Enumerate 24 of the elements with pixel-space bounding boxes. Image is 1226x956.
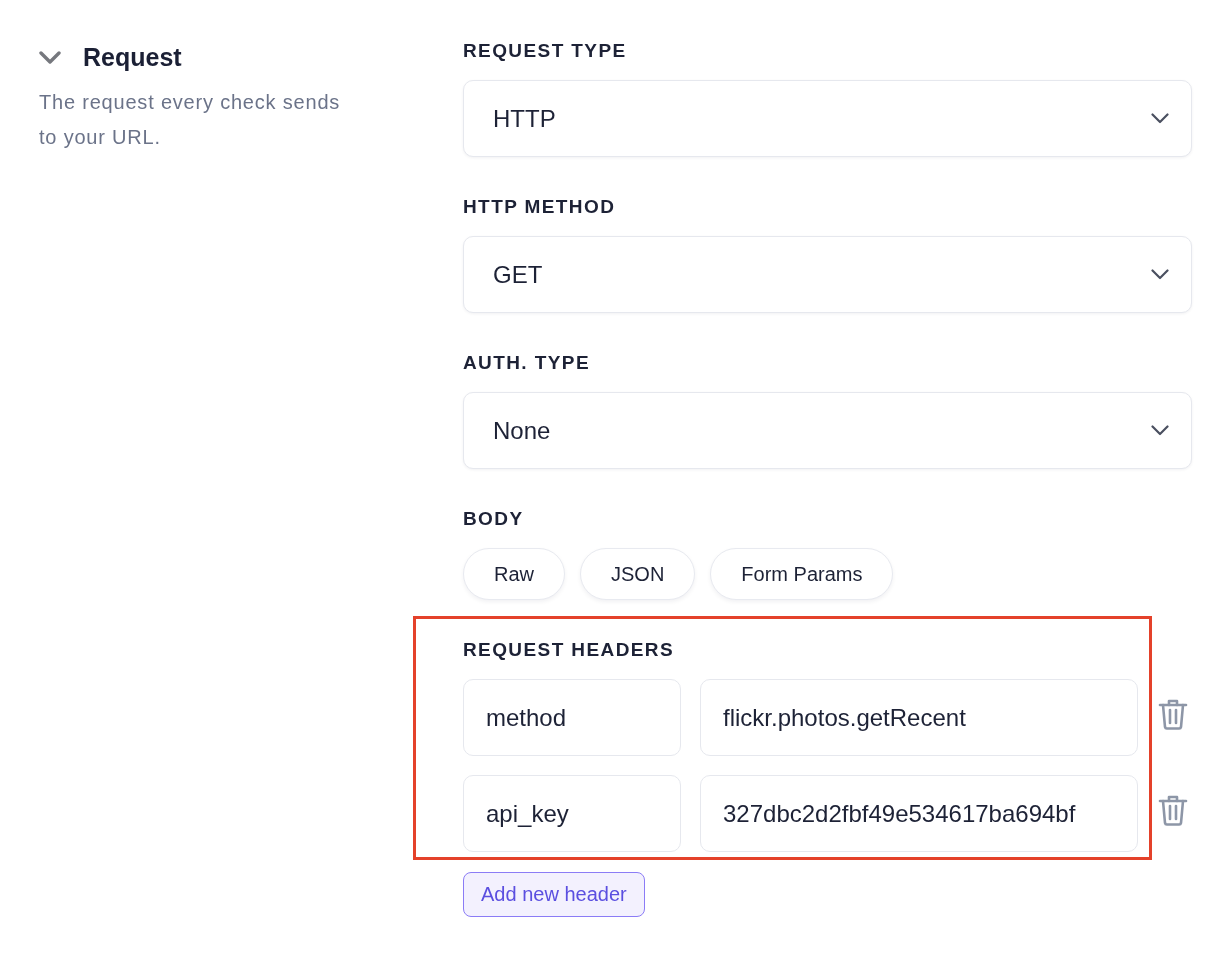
header-name-field[interactable]: api_key: [463, 775, 681, 852]
field-label: REQUEST HEADERS: [463, 638, 676, 662]
section-title: Request: [83, 42, 182, 72]
trash-icon[interactable]: [1158, 793, 1188, 826]
field-label: AUTH. TYPE: [463, 351, 591, 375]
body-type-button[interactable]: JSON: [580, 548, 696, 600]
section-description: The request every check sends to your URL.: [39, 90, 342, 150]
header-name-field[interactable]: method: [463, 679, 681, 756]
field-label: HTTP METHOD: [463, 195, 617, 219]
add-header-button[interactable]: Add new header: [463, 872, 645, 917]
chevron-down-icon: [1151, 425, 1169, 436]
dropdown[interactable]: None: [463, 392, 1192, 469]
chevron-down-icon: [1151, 269, 1169, 280]
body-type-button[interactable]: Form Params: [710, 548, 894, 600]
header-value-field[interactable]: flickr.photos.getRecent: [700, 679, 1138, 756]
trash-icon[interactable]: [1158, 697, 1188, 730]
chevron-down-icon[interactable]: [39, 50, 61, 64]
body-type-button[interactable]: Raw: [463, 548, 565, 600]
field-label: BODY: [463, 507, 525, 531]
field-label: REQUEST TYPE: [463, 39, 628, 63]
dropdown[interactable]: HTTP: [463, 80, 1192, 157]
chevron-down-icon: [1151, 113, 1169, 124]
header-value-field[interactable]: 327dbc2d2fbf49e534617ba694bf: [700, 775, 1138, 852]
dropdown[interactable]: GET: [463, 236, 1192, 313]
